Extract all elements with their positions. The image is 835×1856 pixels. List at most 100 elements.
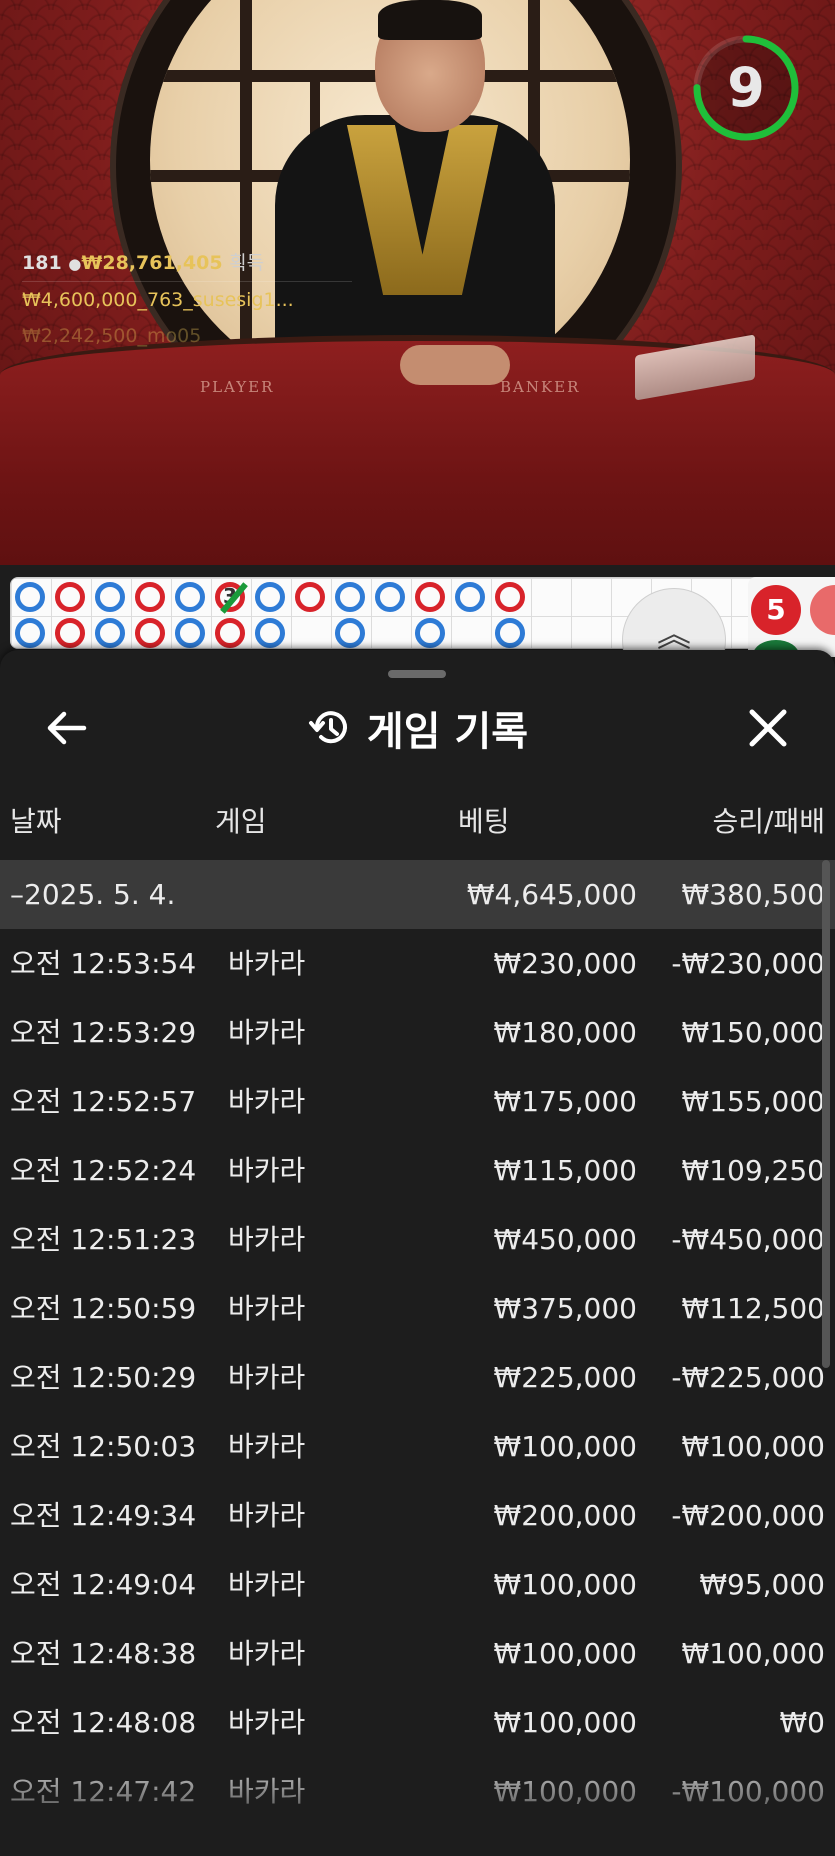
column-bet[interactable]: 베팅 — [458, 800, 510, 840]
history-row[interactable]: 오전 12:48:38 바카라 ₩100,000 ₩100,000 — [0, 1619, 835, 1688]
banker-count-badge: 5 — [751, 585, 801, 635]
history-row[interactable]: 오전 12:49:34 바카라 ₩200,000 -₩200,000 — [0, 1481, 835, 1550]
row-bet: ₩450,000 — [493, 1223, 637, 1256]
player-bead — [95, 582, 125, 612]
chat-message: ₩2,242,500_mo05 — [22, 325, 202, 347]
history-row[interactable]: 오전 12:48:08 바카라 ₩100,000 ₩0 — [0, 1688, 835, 1757]
row-time: 오전 12:51:23 — [10, 1223, 197, 1256]
row-time: 오전 12:50:29 — [10, 1361, 197, 1394]
row-win-loss: ₩100,000 — [681, 1637, 825, 1670]
row-win-loss: ₩112,500 — [681, 1292, 825, 1325]
row-bet: ₩100,000 — [493, 1568, 637, 1601]
column-win-loss[interactable]: 승리/패배 — [713, 800, 825, 840]
column-date[interactable]: 날짜 — [10, 800, 62, 840]
row-bet: ₩100,000 — [493, 1637, 637, 1670]
timer-value: 9 — [727, 56, 765, 119]
person-icon: ● — [68, 255, 82, 273]
column-headers: 날짜 게임 베팅 승리/패배 — [0, 800, 835, 838]
row-win-loss: -₩200,000 — [671, 1499, 825, 1532]
table-label-banker: BANKER — [500, 378, 581, 396]
date-total-bet: ₩4,645,000 — [466, 878, 637, 911]
banker-bead — [295, 582, 325, 612]
banker-bead — [135, 618, 165, 648]
winner-count: 181 — [22, 252, 62, 274]
history-icon — [308, 711, 347, 744]
row-game: 바카라 — [228, 1292, 306, 1325]
row-bet: ₩200,000 — [493, 1499, 637, 1532]
banker-bead — [215, 618, 245, 648]
row-win-loss: -₩225,000 — [671, 1361, 825, 1394]
row-time: 오전 12:53:29 — [10, 1016, 197, 1049]
banker-bead — [55, 618, 85, 648]
row-bet: ₩225,000 — [493, 1361, 637, 1394]
player-bead — [15, 582, 45, 612]
banker-bead — [495, 582, 525, 612]
row-win-loss: ₩0 — [779, 1706, 826, 1739]
date-label: –2025. 5. 4. — [10, 878, 176, 911]
row-time: 오전 12:48:08 — [10, 1706, 197, 1739]
row-game: 바카라 — [228, 1085, 306, 1118]
row-win-loss: ₩95,000 — [699, 1568, 825, 1601]
row-game: 바카라 — [228, 1223, 306, 1256]
row-bet: ₩115,000 — [493, 1154, 637, 1187]
banker-bead — [55, 582, 85, 612]
banker-bead — [135, 582, 165, 612]
player-bead — [455, 582, 485, 612]
history-row[interactable]: 오전 12:47:42 바카라 ₩100,000 -₩100,000 — [0, 1757, 835, 1826]
countdown-timer: 9 — [690, 32, 802, 144]
row-game: 바카라 — [228, 1499, 306, 1532]
row-win-loss: -₩100,000 — [671, 1775, 825, 1808]
row-time: 오전 12:52:57 — [10, 1085, 197, 1118]
row-win-loss: -₩450,000 — [671, 1223, 825, 1256]
history-row[interactable]: 오전 12:50:29 바카라 ₩225,000 -₩225,000 — [0, 1343, 835, 1412]
row-time: 오전 12:48:38 — [10, 1637, 197, 1670]
row-bet: ₩375,000 — [493, 1292, 637, 1325]
row-win-loss: ₩100,000 — [681, 1430, 825, 1463]
winner-suffix: 획득 — [229, 252, 265, 274]
row-game: 바카라 — [228, 1430, 306, 1463]
panel-title: 게임 기록 — [366, 709, 529, 755]
winner-amount: ₩28,761,405 — [81, 252, 223, 274]
row-bet: ₩100,000 — [493, 1430, 637, 1463]
row-time: 오전 12:49:34 — [10, 1499, 197, 1532]
history-list: –2025. 5. 4. ₩4,645,000 ₩380,500 오전 12:5… — [0, 860, 835, 1826]
row-bet: ₩100,000 — [493, 1706, 637, 1739]
dealer-hair — [378, 0, 482, 40]
history-row[interactable]: 오전 12:52:24 바카라 ₩115,000 ₩109,250 — [0, 1136, 835, 1205]
chat-message: ₩4,600,000_763_susesig1... — [22, 281, 352, 318]
scrollbar[interactable] — [822, 860, 830, 1368]
row-game: 바카라 — [228, 1016, 306, 1049]
player-bead — [175, 618, 205, 648]
column-game[interactable]: 게임 — [215, 800, 267, 840]
panel-header: 게임 기록 — [0, 700, 835, 756]
player-bead — [255, 582, 285, 612]
history-row[interactable]: 오전 12:52:57 바카라 ₩175,000 ₩155,000 — [0, 1067, 835, 1136]
history-row[interactable]: 오전 12:49:04 바카라 ₩100,000 ₩95,000 — [0, 1550, 835, 1619]
row-time: 오전 12:53:54 — [10, 947, 197, 980]
row-game: 바카라 — [228, 1568, 306, 1601]
history-row[interactable]: 오전 12:53:54 바카라 ₩230,000 -₩230,000 — [0, 929, 835, 998]
banker-bead — [415, 582, 445, 612]
player-bead — [255, 618, 285, 648]
winners-line: 181 ●₩28,761,405 획득 — [22, 245, 352, 281]
row-game: 바카라 — [228, 947, 306, 980]
row-win-loss: ₩109,250 — [681, 1154, 825, 1187]
history-row[interactable]: 오전 12:53:29 바카라 ₩180,000 ₩150,000 — [0, 998, 835, 1067]
date-group-row[interactable]: –2025. 5. 4. ₩4,645,000 ₩380,500 — [0, 860, 835, 929]
history-row[interactable]: 오전 12:51:23 바카라 ₩450,000 -₩450,000 — [0, 1205, 835, 1274]
row-time: 오전 12:50:59 — [10, 1292, 197, 1325]
live-video: PLAYER BANKER 181 ●₩28,761,405 획득 ₩4,600… — [0, 0, 835, 565]
row-win-loss: ₩150,000 — [681, 1016, 825, 1049]
close-button[interactable] — [740, 700, 796, 756]
row-game: 바카라 — [228, 1154, 306, 1187]
dealer-hands — [400, 345, 510, 385]
row-game: 바카라 — [228, 1775, 306, 1808]
row-game: 바카라 — [228, 1361, 306, 1394]
history-row[interactable]: 오전 12:50:03 바카라 ₩100,000 ₩100,000 — [0, 1412, 835, 1481]
row-time: 오전 12:52:24 — [10, 1154, 197, 1187]
drag-handle[interactable] — [388, 670, 446, 678]
row-game: 바카라 — [228, 1706, 306, 1739]
history-row[interactable]: 오전 12:50:59 바카라 ₩375,000 ₩112,500 — [0, 1274, 835, 1343]
row-time: 오전 12:49:04 — [10, 1568, 197, 1601]
chat-overlay: 181 ●₩28,761,405 획득 ₩4,600,000_763_suses… — [22, 245, 352, 354]
